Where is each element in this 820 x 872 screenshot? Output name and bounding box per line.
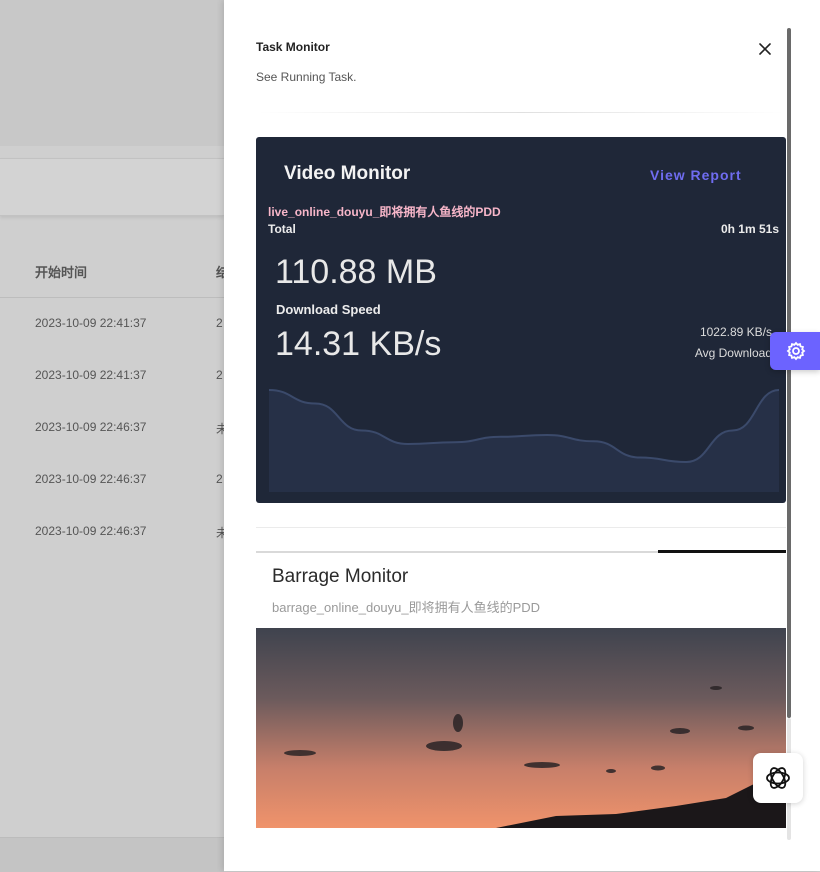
avg-download-value: 1022.89 KB/s xyxy=(699,325,772,339)
sparkline-area xyxy=(269,390,779,492)
table-row: 2023-10-09 22:46:37 未 xyxy=(0,506,228,558)
assistant-button[interactable] xyxy=(753,753,803,803)
elapsed-time: 0h 1m 51s xyxy=(720,222,779,236)
table-row: 2023-10-09 22:41:37 2 xyxy=(0,350,224,402)
download-speed-value: 14.31 KB/s xyxy=(275,325,442,363)
video-monitor-card: Video Monitor View Report live_online_do… xyxy=(256,137,786,503)
cell-start-time: 2023-10-09 22:46:37 xyxy=(35,524,147,538)
column-header-start-time: 开始时间 xyxy=(35,265,88,280)
openai-icon xyxy=(766,767,790,789)
cell-start-time: 2023-10-09 22:46:37 xyxy=(35,420,147,434)
avg-download-label: Avg Download xyxy=(694,346,772,360)
settings-button[interactable] xyxy=(770,332,820,370)
drawer-title: Task Monitor xyxy=(256,40,330,54)
speed-sparkline xyxy=(268,389,780,492)
sunset-photo xyxy=(256,628,786,828)
barrage-task-name: barrage_online_douyu_即将拥有人鱼线的PDD xyxy=(272,600,541,615)
gear-icon xyxy=(786,341,806,361)
task-monitor-drawer: Task Monitor See Running Task. Video Mon… xyxy=(224,0,820,871)
cell-end: 2 xyxy=(216,368,223,382)
table-row: 2023-10-09 22:41:37 2 xyxy=(0,298,224,350)
drawer-subtitle: See Running Task. xyxy=(256,70,357,84)
cell-start-time: 2023-10-09 22:46:37 xyxy=(35,472,147,486)
barrage-monitor-title: Barrage Monitor xyxy=(272,566,409,587)
video-monitor-title: Video Monitor xyxy=(284,163,411,184)
drawer-divider xyxy=(256,112,786,113)
cell-end: 2 xyxy=(216,472,223,486)
table-row: 2023-10-09 22:46:37 2 xyxy=(0,454,224,506)
barrage-monitor-card: Barrage Monitor barrage_online_douyu_即将拥… xyxy=(256,553,786,828)
close-icon[interactable] xyxy=(754,38,776,60)
scrollbar-thumb[interactable] xyxy=(787,28,791,718)
table-header: 开始时间 结 xyxy=(0,238,229,298)
total-size: 110.88 MB xyxy=(275,253,437,291)
background-table: 开始时间 结 2023-10-09 22:41:37 2 2023-10-09 … xyxy=(0,238,229,558)
background-filter-bar xyxy=(0,158,224,216)
task-name: live_online_douyu_即将拥有人鱼线的PDD xyxy=(268,205,501,219)
view-report-link[interactable]: View Report xyxy=(650,167,742,183)
download-speed-label: Download Speed xyxy=(276,302,381,317)
background-footer xyxy=(0,837,224,872)
section-divider xyxy=(256,527,786,528)
background-header xyxy=(0,0,224,146)
cell-start-time: 2023-10-09 22:41:37 xyxy=(35,316,147,330)
table-row: 2023-10-09 22:46:37 未 xyxy=(0,402,228,454)
cell-end: 2 xyxy=(216,316,223,330)
total-label: Total xyxy=(268,222,296,236)
cell-start-time: 2023-10-09 22:41:37 xyxy=(35,368,147,382)
